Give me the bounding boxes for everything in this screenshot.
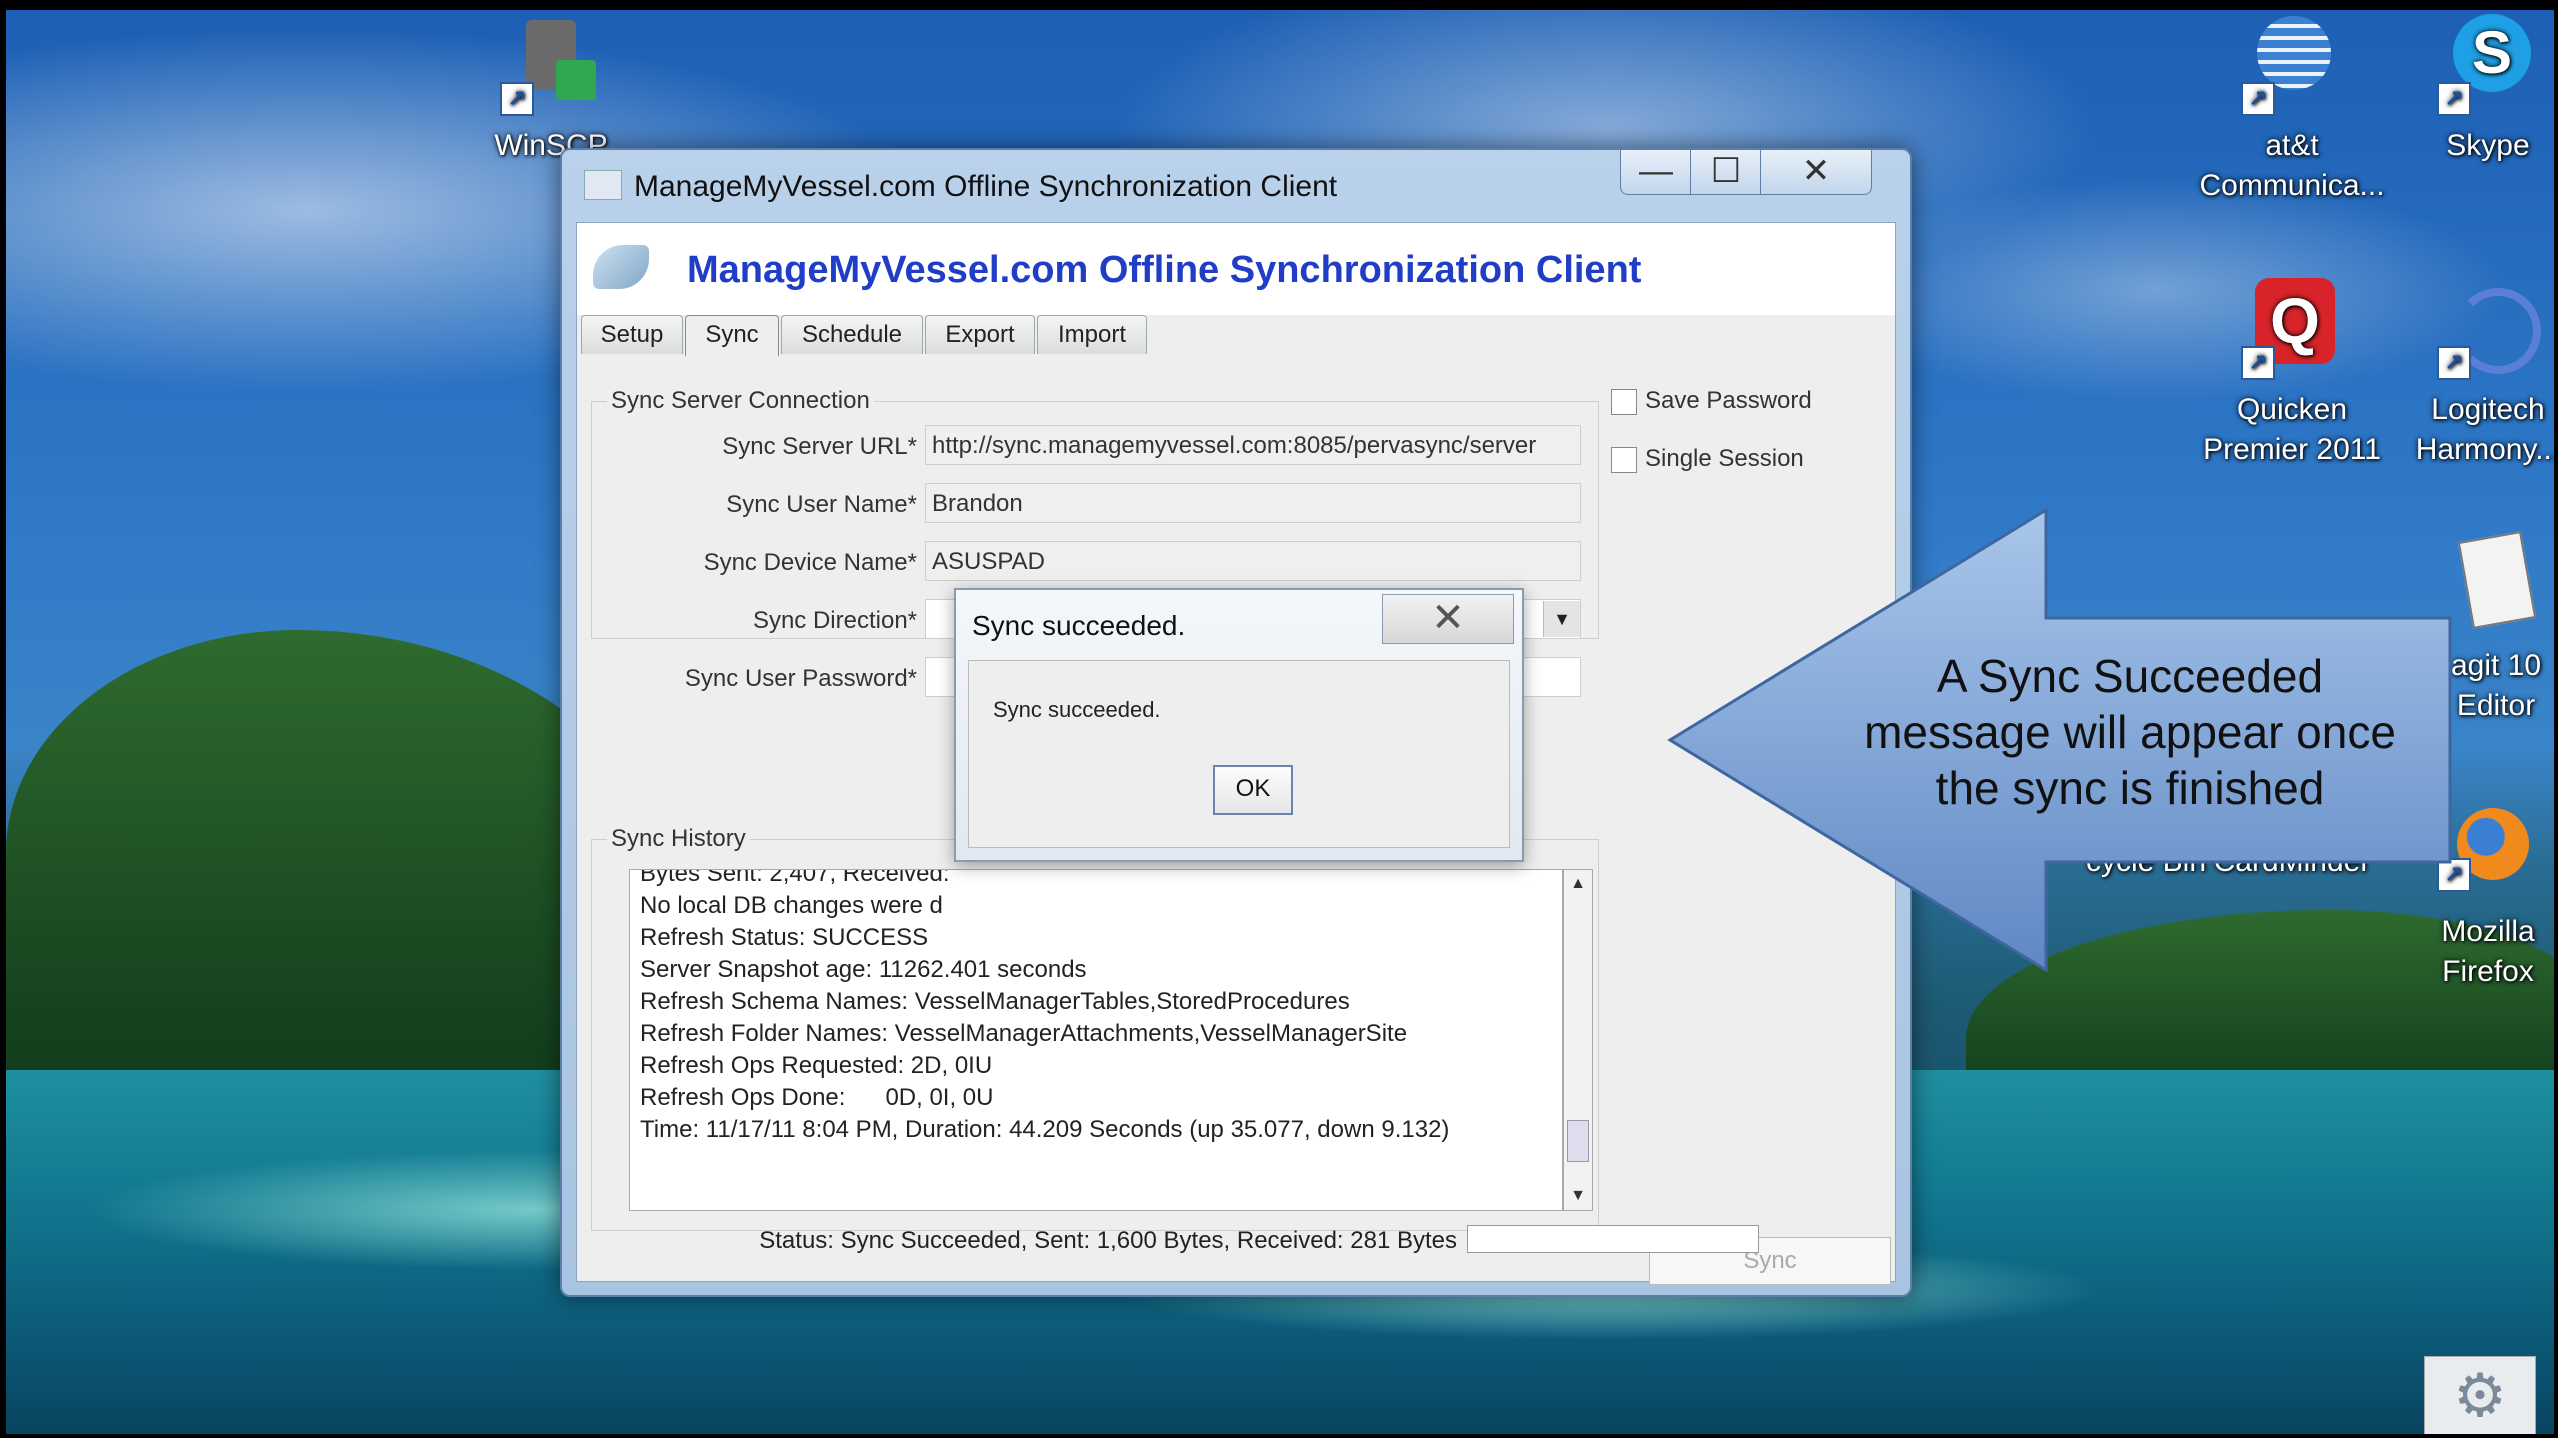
user-name-input[interactable]: Brandon xyxy=(925,483,1581,523)
desktop-icon-winscp[interactable]: ↗ WinSCP xyxy=(451,10,651,166)
sync-history-title: Sync History xyxy=(607,825,750,853)
desktop-icon-quicken[interactable]: Q ↗ Quicken Premier 2011 xyxy=(2192,274,2392,470)
history-line: Server Snapshot age: 11262.401 seconds xyxy=(640,956,1087,983)
tab-import[interactable]: Import xyxy=(1037,315,1147,354)
shortcut-arrow-icon: ↗ xyxy=(2241,82,2275,116)
callout-line: message will appear once xyxy=(1864,706,2396,758)
history-line: Bytes Sent: 2,407, Received: xyxy=(640,869,950,887)
tab-setup[interactable]: Setup xyxy=(581,315,683,354)
ok-button[interactable]: OK xyxy=(1213,765,1293,815)
history-line: Refresh Ops Requested: 2D, 0IU xyxy=(640,1052,993,1079)
scrollbar-thumb[interactable] xyxy=(1567,1120,1589,1162)
desktop-icon-label: Skype xyxy=(2446,129,2530,162)
app-icon xyxy=(584,170,622,200)
callout-line: A Sync Succeeded xyxy=(1936,650,2324,702)
device-name-input[interactable]: ASUSPAD xyxy=(925,541,1581,581)
history-line: Refresh Status: SUCCESS xyxy=(640,924,929,951)
scroll-up-icon[interactable]: ▲ xyxy=(1564,870,1592,898)
desktop-icon-label: at&t xyxy=(2265,129,2319,162)
history-line: Refresh Ops Done: 0D, 0I, 0U xyxy=(640,1084,994,1111)
desktop-icon-label: Logitech xyxy=(2431,393,2545,426)
callout-line: the sync is finished xyxy=(1935,762,2325,814)
close-button[interactable]: ✕ xyxy=(1760,150,1872,195)
save-password-label: Save Password xyxy=(1645,387,1812,414)
history-line: Refresh Folder Names: VesselManagerAttac… xyxy=(640,1020,1408,1047)
minimize-button[interactable]: — xyxy=(1620,150,1692,195)
history-scrollbar[interactable]: ▲ ▼ xyxy=(1563,869,1593,1211)
history-line: Time: 11/17/11 8:04 PM, Duration: 44.209… xyxy=(640,1116,1450,1143)
att-icon: ↗ xyxy=(2237,10,2347,120)
scroll-down-icon[interactable]: ▼ xyxy=(1564,1182,1592,1210)
winscp-icon: ↗ xyxy=(496,10,606,120)
sync-history-log[interactable]: Bytes Sent: 2,407, Received: No local DB… xyxy=(629,869,1563,1211)
save-password-checkbox[interactable] xyxy=(1611,389,1637,415)
dialog-close-button[interactable]: ✕ xyxy=(1382,594,1514,644)
callout-text: A Sync Succeeded message will appear onc… xyxy=(1820,648,2440,816)
tab-sync[interactable]: Sync xyxy=(685,315,779,356)
desktop-icon-label: Premier 2011 xyxy=(2203,433,2381,466)
field-label-sync-direction: Sync Direction* xyxy=(752,607,917,634)
progress-bar xyxy=(1467,1225,1759,1253)
shortcut-arrow-icon: ↗ xyxy=(2241,346,2275,380)
dialog-message: Sync succeeded. xyxy=(993,697,1161,722)
window-title: ManageMyVessel.com Offline Synchronizati… xyxy=(634,170,1338,203)
tab-schedule[interactable]: Schedule xyxy=(781,315,923,354)
dialog-title: Sync succeeded. xyxy=(972,610,1186,641)
desktop-icon-label: Communica... xyxy=(2199,169,2385,202)
field-label-server-url: Sync Server URL* xyxy=(722,433,917,460)
history-line: Refresh Schema Names: VesselManagerTable… xyxy=(640,988,1350,1015)
desktop-icon-label: Quicken xyxy=(2236,393,2348,426)
desktop-icon-skype[interactable]: S ↗ Skype xyxy=(2388,10,2554,166)
desktop-icon-logitech[interactable]: ↗ Logitech Harmony... xyxy=(2388,274,2554,470)
field-label-device-name: Sync Device Name* xyxy=(703,549,917,576)
single-session-checkbox[interactable] xyxy=(1611,447,1637,473)
desktop-icon-label: Harmony... xyxy=(2415,433,2554,466)
shortcut-arrow-icon: ↗ xyxy=(2437,346,2471,380)
chevron-down-icon[interactable]: ▼ xyxy=(1543,601,1580,637)
server-url-input[interactable]: http://sync.managemyvessel.com:8085/perv… xyxy=(925,425,1581,465)
shortcut-arrow-icon: ↗ xyxy=(2437,82,2471,116)
single-session-label: Single Session xyxy=(1645,445,1804,472)
status-text: Status: Sync Succeeded, Sent: 1,600 Byte… xyxy=(759,1227,1457,1254)
skype-icon: S ↗ xyxy=(2433,10,2543,120)
dialog-body: Sync succeeded. OK xyxy=(968,660,1510,848)
maximize-button[interactable]: ☐ xyxy=(1690,150,1762,195)
sync-succeeded-dialog: Sync succeeded. ✕ Sync succeeded. OK xyxy=(954,588,1524,862)
app-header: ManageMyVessel.com Offline Synchronizati… xyxy=(577,223,1895,315)
app-heading: ManageMyVessel.com Offline Synchronizati… xyxy=(687,249,1642,291)
history-line: No local DB changes were d xyxy=(640,892,943,919)
desktop-icon-att[interactable]: ↗ at&t Communica... xyxy=(2192,10,2392,206)
shortcut-arrow-icon: ↗ xyxy=(500,82,534,116)
tab-export[interactable]: Export xyxy=(925,315,1035,354)
logitech-harmony-icon: ↗ xyxy=(2433,274,2543,384)
vessel-logo-icon xyxy=(593,245,649,289)
quicken-icon: Q ↗ xyxy=(2237,274,2347,384)
gear-icon[interactable]: ⚙ xyxy=(2424,1356,2536,1434)
field-label-password: Sync User Password* xyxy=(684,665,917,692)
sync-server-connection-title: Sync Server Connection xyxy=(607,387,874,415)
title-bar[interactable]: ManageMyVessel.com Offline Synchronizati… xyxy=(562,150,1910,222)
field-label-user-name: Sync User Name* xyxy=(726,491,917,518)
